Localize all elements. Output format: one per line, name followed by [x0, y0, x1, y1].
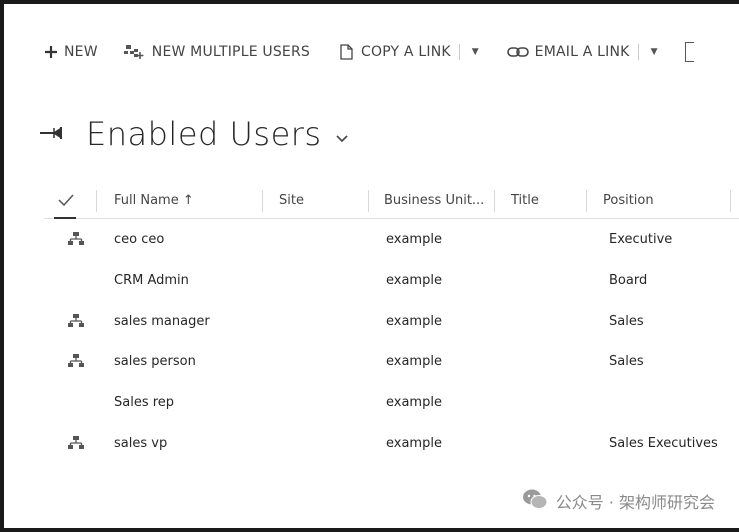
cell-business-unit: example — [386, 353, 442, 369]
cell-full-name[interactable]: Sales rep — [114, 382, 174, 422]
new-multiple-users-label: NEW MULTIPLE USERS — [151, 44, 310, 60]
cell-position: Sales — [609, 353, 644, 369]
column-header-business-unit[interactable]: Business Unit... — [384, 182, 484, 218]
email-link-button[interactable]: EMAIL A LINK — [506, 44, 630, 60]
column-divider — [730, 190, 731, 212]
cell-position: Sales — [609, 313, 644, 329]
cell-business-unit: example — [386, 313, 442, 329]
table-row[interactable]: sales person example Sales — [44, 341, 739, 381]
cell-position: Sales Executives — [609, 435, 718, 451]
column-divider — [96, 190, 97, 212]
toolbar-separator — [458, 44, 460, 60]
watermark: 公众号 · 架构师研究会 — [522, 488, 715, 514]
select-all-checkbox-icon[interactable] — [58, 182, 74, 218]
cell-position: Executive — [609, 231, 673, 247]
app-window: NEW NEW MULTIPLE USERS COPY A LINK ▼ EMA… — [4, 4, 739, 528]
add-users-icon — [123, 44, 146, 60]
copy-link-label: COPY A LINK — [361, 44, 451, 60]
hierarchy-icon[interactable] — [68, 341, 84, 381]
column-header-site[interactable]: Site — [279, 182, 304, 218]
wechat-icon — [522, 488, 548, 514]
table-row[interactable]: Sales rep example — [44, 382, 739, 422]
hierarchy-icon[interactable] — [68, 423, 84, 463]
cell-full-name[interactable]: sales manager — [114, 301, 210, 341]
table-row[interactable]: ceo ceo example Executive — [44, 219, 739, 259]
column-divider — [368, 190, 369, 212]
cell-position: Board — [609, 272, 648, 288]
command-bar: NEW NEW MULTIPLE USERS COPY A LINK ▼ EMA… — [4, 32, 739, 72]
cell-business-unit: example — [386, 435, 442, 451]
hierarchy-icon[interactable] — [68, 219, 84, 259]
link-icon — [506, 46, 529, 58]
column-divider — [586, 190, 587, 212]
table-row[interactable]: sales manager example Sales — [44, 301, 739, 341]
cell-business-unit: example — [386, 394, 442, 410]
new-multiple-users-button[interactable]: NEW MULTIPLE USERS — [123, 44, 310, 60]
cell-full-name[interactable]: sales person — [114, 341, 196, 381]
copy-link-dropdown-caret-icon[interactable]: ▼ — [472, 47, 479, 57]
plus-icon — [44, 45, 58, 59]
overflow-button-icon[interactable] — [685, 42, 695, 62]
cell-full-name[interactable]: ceo ceo — [114, 219, 164, 259]
cell-business-unit: example — [386, 231, 442, 247]
email-link-label: EMAIL A LINK — [534, 44, 630, 60]
cell-business-unit: example — [386, 272, 442, 288]
view-title: Enabled Users — [86, 115, 322, 153]
column-header-position[interactable]: Position — [603, 182, 654, 218]
table-row[interactable]: sales vp example Sales Executives — [44, 423, 739, 463]
new-button-label: NEW — [64, 44, 98, 60]
toolbar-separator — [637, 44, 639, 60]
column-divider — [494, 190, 495, 212]
view-selector: Enabled Users — [40, 108, 348, 160]
cell-full-name[interactable]: CRM Admin — [114, 260, 189, 300]
new-button[interactable]: NEW — [44, 44, 98, 60]
hierarchy-icon[interactable] — [68, 301, 84, 341]
chevron-down-icon[interactable] — [336, 128, 348, 147]
column-header-title[interactable]: Title — [511, 182, 539, 218]
pin-icon[interactable] — [40, 125, 66, 144]
watermark-text: 公众号 · 架构师研究会 — [555, 493, 715, 512]
column-divider — [262, 190, 263, 212]
copy-link-button[interactable]: COPY A LINK — [340, 44, 451, 60]
table-row[interactable]: CRM Admin example Board — [44, 260, 739, 300]
column-header-full-name[interactable]: Full Name ↑ — [114, 182, 194, 218]
grid-header: Full Name ↑ Site Business Unit... Title … — [44, 182, 739, 219]
document-icon — [340, 44, 353, 60]
cell-full-name[interactable]: sales vp — [114, 423, 167, 463]
email-link-dropdown-caret-icon[interactable]: ▼ — [651, 47, 658, 57]
